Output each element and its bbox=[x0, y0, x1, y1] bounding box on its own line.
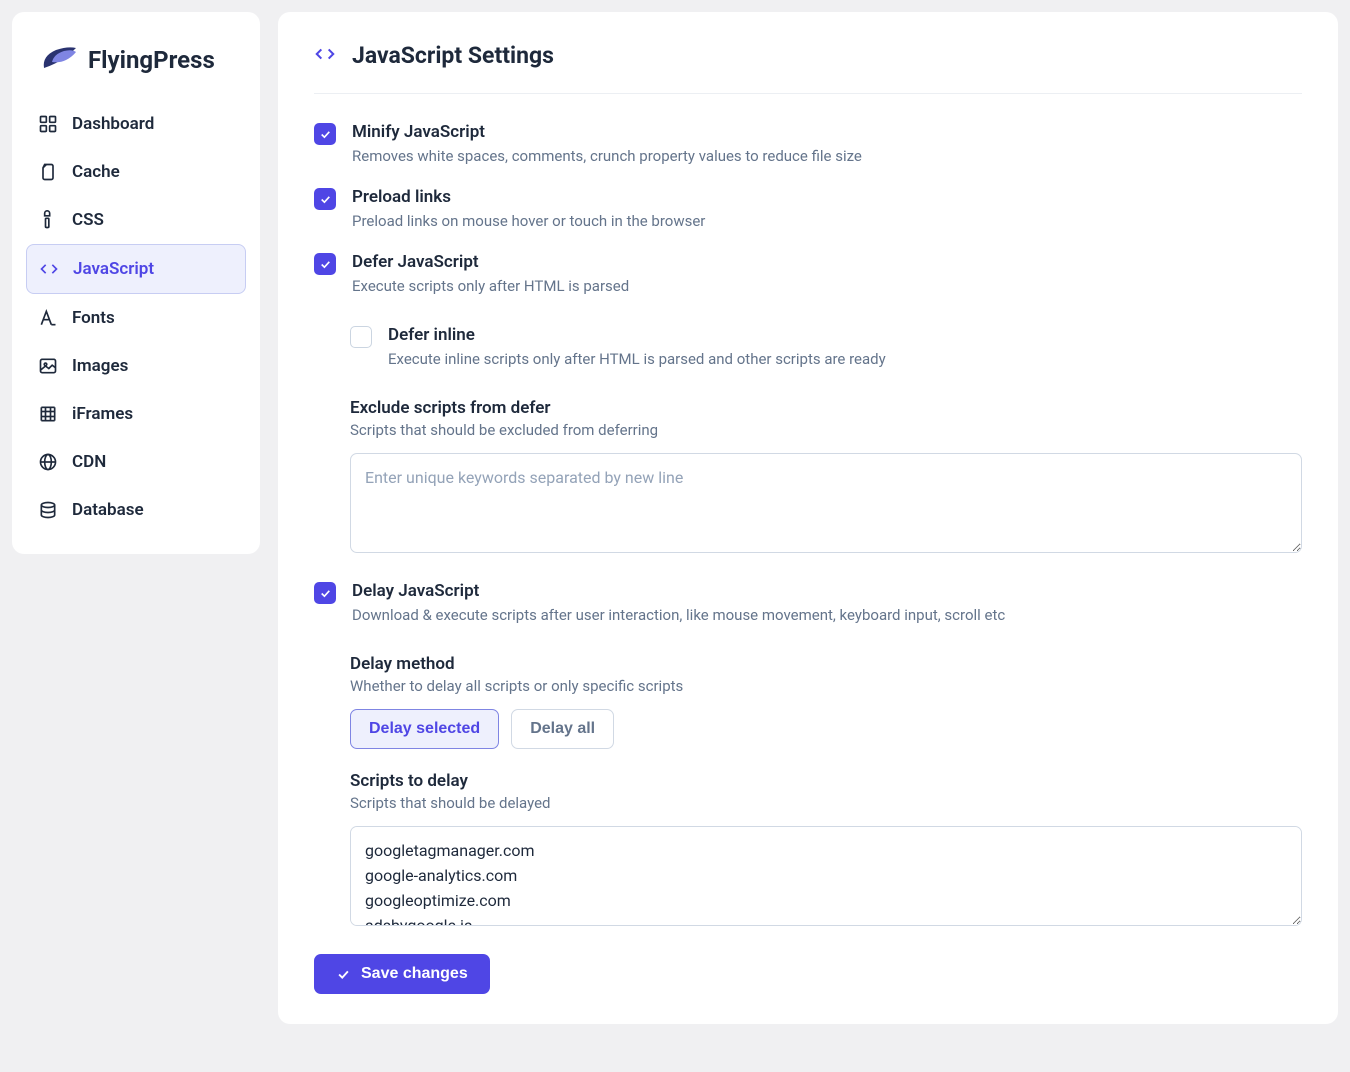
sidebar-item-database[interactable]: Database bbox=[26, 486, 246, 534]
preload-label: Preload links bbox=[352, 187, 705, 207]
database-icon bbox=[38, 500, 58, 520]
scripts-to-delay-desc: Scripts that should be delayed bbox=[350, 794, 1302, 812]
sidebar-item-label: iFrames bbox=[72, 404, 133, 424]
check-icon bbox=[336, 967, 351, 982]
brand-name: FlyingPress bbox=[88, 46, 215, 74]
sidebar-item-label: Images bbox=[72, 356, 128, 376]
exclude-defer-desc: Scripts that should be excluded from def… bbox=[350, 421, 1302, 439]
sidebar-item-dashboard[interactable]: Dashboard bbox=[26, 100, 246, 148]
preload-desc: Preload links on mouse hover or touch in… bbox=[352, 211, 705, 232]
sidebar-item-css[interactable]: CSS bbox=[26, 196, 246, 244]
save-button-label: Save changes bbox=[361, 965, 468, 983]
page-header: JavaScript Settings bbox=[314, 42, 1302, 94]
exclude-defer-label: Exclude scripts from defer bbox=[350, 398, 1302, 418]
delay-selected-button[interactable]: Delay selected bbox=[350, 709, 499, 749]
scripts-to-delay-label: Scripts to delay bbox=[350, 771, 1302, 791]
sidebar-item-javascript[interactable]: JavaScript bbox=[26, 244, 246, 294]
defer-checkbox[interactable] bbox=[314, 253, 336, 275]
code-icon bbox=[314, 43, 336, 69]
sidebar: FlyingPress Dashboard Cache CSS JavaScri bbox=[12, 12, 260, 554]
setting-defer-inline: Defer inline Execute inline scripts only… bbox=[350, 315, 1302, 380]
fonts-icon bbox=[38, 308, 58, 328]
save-button[interactable]: Save changes bbox=[314, 954, 490, 994]
logo-icon bbox=[38, 40, 78, 80]
css-icon bbox=[38, 210, 58, 230]
sidebar-item-label: Cache bbox=[72, 162, 120, 182]
sidebar-item-iframes[interactable]: iFrames bbox=[26, 390, 246, 438]
delay-desc: Download & execute scripts after user in… bbox=[352, 605, 1005, 626]
code-icon bbox=[39, 259, 59, 279]
preload-checkbox[interactable] bbox=[314, 188, 336, 210]
sidebar-item-label: Fonts bbox=[72, 308, 115, 328]
delay-method-desc: Whether to delay all scripts or only spe… bbox=[350, 677, 1302, 695]
delay-all-button[interactable]: Delay all bbox=[511, 709, 614, 749]
minify-desc: Removes white spaces, comments, crunch p… bbox=[352, 146, 862, 167]
page-title: JavaScript Settings bbox=[352, 42, 554, 69]
sidebar-item-label: Dashboard bbox=[72, 114, 154, 134]
sidebar-item-images[interactable]: Images bbox=[26, 342, 246, 390]
sidebar-item-label: CSS bbox=[72, 210, 104, 230]
dashboard-icon bbox=[38, 114, 58, 134]
setting-preload: Preload links Preload links on mouse hov… bbox=[314, 177, 1302, 242]
iframes-icon bbox=[38, 404, 58, 424]
sidebar-item-label: JavaScript bbox=[73, 259, 154, 279]
sidebar-item-fonts[interactable]: Fonts bbox=[26, 294, 246, 342]
setting-defer: Defer JavaScript Execute scripts only af… bbox=[314, 242, 1302, 307]
sidebar-item-cache[interactable]: Cache bbox=[26, 148, 246, 196]
cache-icon bbox=[38, 162, 58, 182]
sidebar-item-label: Database bbox=[72, 500, 144, 520]
minify-checkbox[interactable] bbox=[314, 123, 336, 145]
brand-logo: FlyingPress bbox=[26, 32, 246, 100]
defer-inline-label: Defer inline bbox=[388, 325, 886, 345]
minify-label: Minify JavaScript bbox=[352, 122, 862, 142]
defer-desc: Execute scripts only after HTML is parse… bbox=[352, 276, 1302, 297]
delay-checkbox[interactable] bbox=[314, 582, 336, 604]
main-panel: JavaScript Settings Minify JavaScript Re… bbox=[278, 12, 1338, 1024]
sidebar-item-label: CDN bbox=[72, 452, 106, 472]
setting-minify: Minify JavaScript Removes white spaces, … bbox=[314, 112, 1302, 177]
sidebar-item-cdn[interactable]: CDN bbox=[26, 438, 246, 486]
exclude-defer-textarea[interactable] bbox=[350, 453, 1302, 553]
cdn-icon bbox=[38, 452, 58, 472]
defer-inline-checkbox[interactable] bbox=[350, 326, 372, 348]
setting-delay: Delay JavaScript Download & execute scri… bbox=[314, 571, 1302, 636]
delay-label: Delay JavaScript bbox=[352, 581, 1005, 601]
delay-method-toggle: Delay selected Delay all bbox=[350, 709, 1302, 749]
scripts-to-delay-textarea[interactable] bbox=[350, 826, 1302, 926]
defer-label: Defer JavaScript bbox=[352, 252, 1302, 272]
defer-inline-desc: Execute inline scripts only after HTML i… bbox=[388, 349, 886, 370]
images-icon bbox=[38, 356, 58, 376]
delay-method-label: Delay method bbox=[350, 654, 1302, 674]
